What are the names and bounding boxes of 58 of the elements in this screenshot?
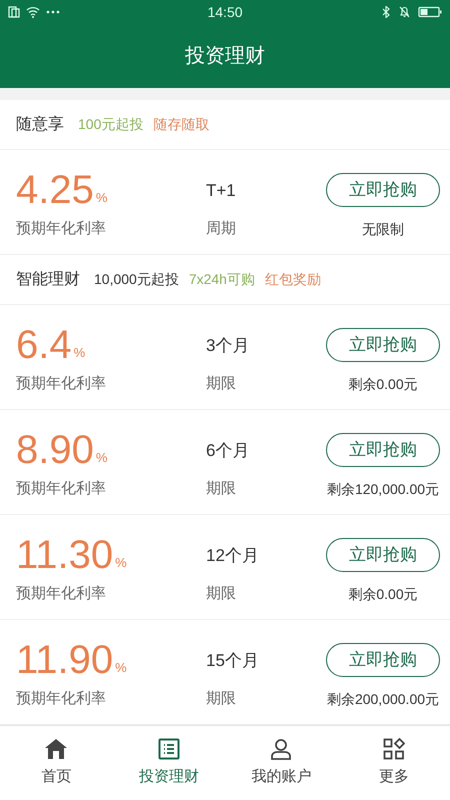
list-icon: [158, 738, 180, 760]
buy-button[interactable]: 立即抢购: [326, 328, 440, 362]
rate-value: 11.30: [16, 532, 114, 576]
buy-button[interactable]: 立即抢购: [326, 173, 440, 207]
term-value: 6个月: [206, 440, 250, 462]
rate-label: 预期年化利率: [16, 374, 107, 394]
remaining-amount: 剩余120,000.00元: [326, 480, 440, 499]
remaining-amount: 剩余0.00元: [348, 375, 418, 394]
section-tag: 红包奖励: [264, 269, 321, 290]
wifi-icon: [26, 6, 40, 18]
term-label: 期限: [206, 374, 237, 394]
nav-tab[interactable]: 投资理财: [112, 726, 225, 800]
rate-value: 8.90: [16, 428, 94, 472]
rate-value: 4.25: [16, 168, 94, 212]
section-tag: 随存随取: [153, 114, 210, 135]
buy-button[interactable]: 立即抢购: [326, 538, 440, 572]
buy-button[interactable]: 立即抢购: [326, 643, 440, 677]
nav-tab[interactable]: 我的账户: [225, 726, 338, 800]
percent-sign: %: [74, 344, 86, 362]
grid-icon: [382, 738, 405, 760]
status-time: 14:50: [207, 2, 243, 22]
rate-label: 预期年化利率: [16, 688, 107, 708]
bluetooth-icon: [382, 6, 391, 18]
sim-icon: [8, 6, 20, 18]
percent-sign: %: [96, 189, 108, 207]
term-value: T+1: [206, 180, 237, 202]
section-tag: 100元起投: [78, 114, 144, 135]
percent-sign: %: [115, 659, 127, 677]
more-dots-icon: [46, 10, 60, 14]
term-label: 期限: [206, 584, 237, 604]
page-title: 投资理财: [185, 44, 265, 69]
term-value: 15个月: [206, 650, 260, 672]
term-label: 期限: [206, 478, 237, 498]
percent-sign: %: [115, 554, 127, 572]
remaining-amount: 剩余0.00元: [348, 585, 418, 604]
nav-tab[interactable]: 首页: [0, 726, 112, 800]
rate-label: 预期年化利率: [16, 478, 107, 498]
nav-tab[interactable]: 更多: [338, 726, 450, 800]
rate-label: 预期年化利率: [16, 584, 107, 604]
section-tag: 7x24h可购: [188, 269, 255, 290]
term-label: 期限: [206, 688, 237, 708]
term-label: 周期: [206, 218, 237, 238]
rate-value: 6.4: [16, 322, 72, 366]
section-title: 随意享: [16, 114, 64, 134]
percent-sign: %: [96, 449, 108, 467]
remaining-amount: 剩余200,000.00元: [326, 690, 440, 709]
section-title: 智能理财: [16, 270, 80, 290]
section-tag: 10,000元起投: [94, 269, 179, 290]
buy-button[interactable]: 立即抢购: [326, 433, 440, 467]
bell-off-icon: [399, 6, 410, 18]
battery-icon: [418, 6, 442, 18]
rate-value: 11.90: [16, 638, 114, 682]
remaining-amount: 无限制: [362, 220, 404, 239]
term-value: 3个月: [206, 335, 250, 357]
home-icon: [44, 738, 68, 760]
person-icon: [270, 738, 292, 760]
term-value: 12个月: [206, 545, 260, 567]
rate-label: 预期年化利率: [16, 218, 107, 238]
